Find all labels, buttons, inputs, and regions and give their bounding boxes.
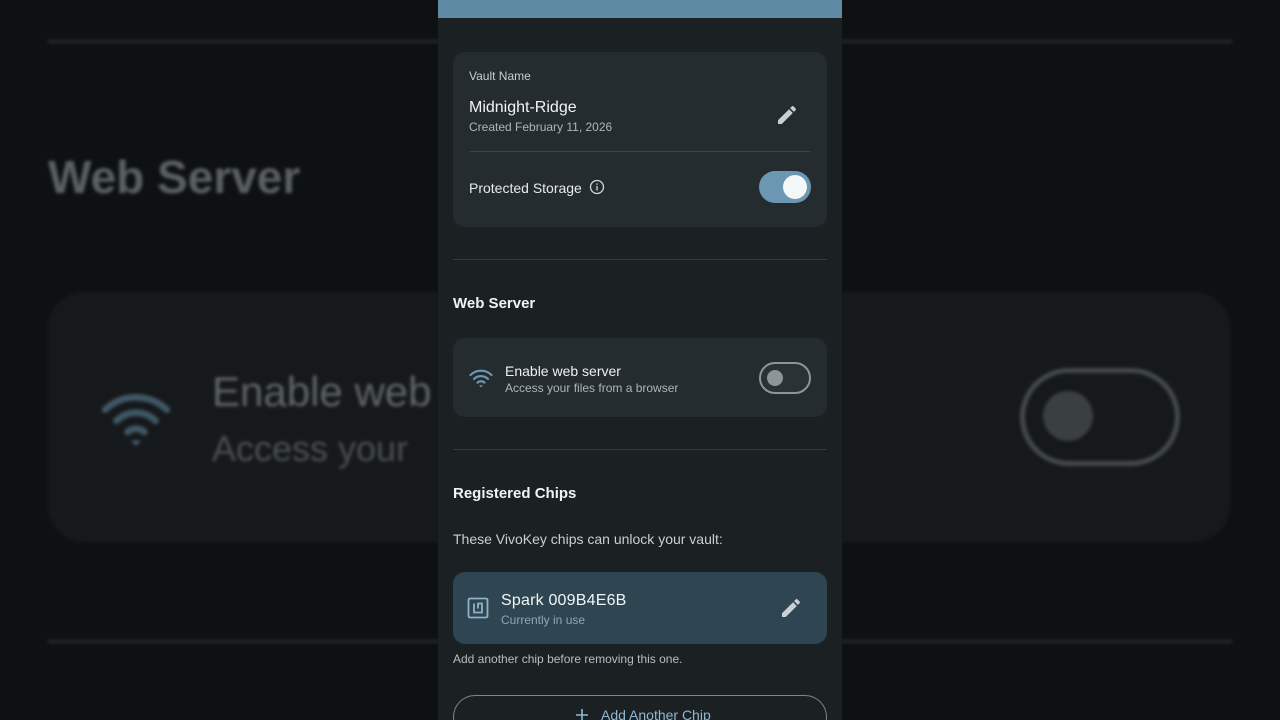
web-server-toggle[interactable] xyxy=(759,362,811,394)
enable-web-server-description: Access your files from a browser xyxy=(505,381,679,395)
info-icon[interactable] xyxy=(589,179,605,195)
edit-chip-pencil-icon[interactable] xyxy=(779,596,803,620)
chip-status: Currently in use xyxy=(501,613,586,627)
bg-access-text: Access your xyxy=(212,428,409,469)
web-server-card: Enable web server Access your files from… xyxy=(453,338,827,417)
bg-enable-text: Enable web xyxy=(212,368,432,415)
add-another-chip-label: Add Another Chip xyxy=(601,707,711,720)
registered-chips-section-title: Registered Chips xyxy=(453,485,577,502)
toggle-knob xyxy=(783,175,807,199)
enable-web-server-label: Enable web server xyxy=(505,363,621,379)
chip-name: Spark 009B4E6B xyxy=(501,592,627,609)
phone-screen: Vault Name Midnight-Ridge Created Februa… xyxy=(438,0,842,720)
add-another-chip-button[interactable]: Add Another Chip xyxy=(453,695,827,720)
plus-icon xyxy=(576,709,588,720)
vault-card: Vault Name Midnight-Ridge Created Februa… xyxy=(453,52,827,227)
section-divider xyxy=(453,259,827,260)
bg-wifi-icon xyxy=(101,394,171,446)
registered-chips-description: These VivoKey chips can unlock your vaul… xyxy=(453,531,723,547)
card-divider xyxy=(469,151,811,152)
vault-name: Midnight-Ridge xyxy=(469,99,577,116)
web-server-section-title: Web Server xyxy=(453,295,536,312)
app-bar xyxy=(438,0,842,18)
protected-storage-toggle[interactable] xyxy=(759,171,811,203)
section-divider xyxy=(453,449,827,450)
toggle-knob xyxy=(767,370,783,386)
vault-created-date: Created February 11, 2026 xyxy=(469,120,613,134)
chip-item[interactable]: Spark 009B4E6B Currently in use xyxy=(453,572,827,644)
bg-title: Web Server xyxy=(48,151,301,203)
nfc-chip-icon xyxy=(467,597,489,619)
wifi-icon xyxy=(469,369,493,388)
protected-storage-label: Protected Storage xyxy=(469,180,582,196)
chip-hint: Add another chip before removing this on… xyxy=(453,652,683,666)
edit-vault-name-pencil-icon[interactable] xyxy=(775,103,799,127)
vault-name-label: Vault Name xyxy=(469,69,531,83)
bg-toggle-knob xyxy=(1043,391,1093,441)
